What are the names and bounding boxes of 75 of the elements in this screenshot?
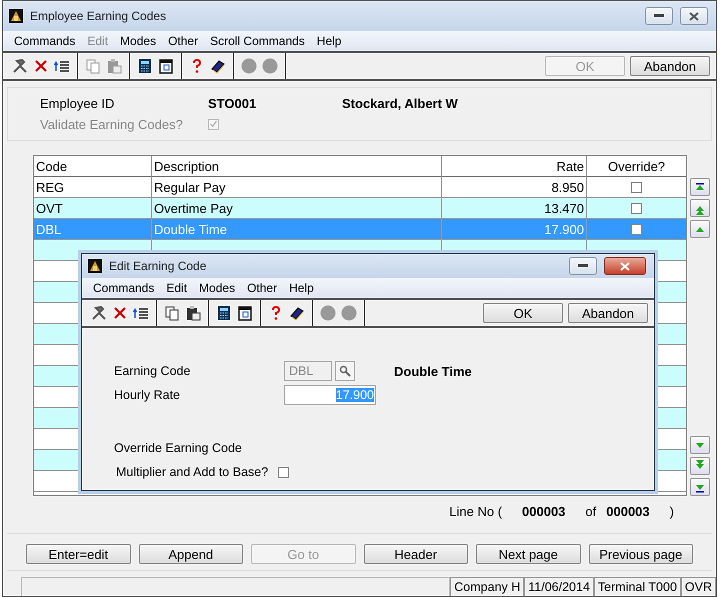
- close-button[interactable]: [680, 7, 708, 25]
- column-header[interactable]: Rate: [442, 156, 587, 177]
- menu-item[interactable]: Modes: [194, 281, 240, 295]
- toolbar-button[interactable]: Abandon: [568, 303, 648, 323]
- calendar-icon[interactable]: [237, 305, 253, 321]
- calculator-icon[interactable]: [216, 305, 232, 321]
- checkbox[interactable]: [631, 224, 642, 234]
- window-title: Employee Earning Codes: [30, 9, 168, 23]
- line-label: ): [668, 504, 675, 519]
- toolbar-button[interactable]: OK: [483, 303, 563, 323]
- app-icon: [88, 259, 102, 273]
- paste-icon[interactable]: [185, 305, 201, 321]
- line-number: 000003: [521, 504, 566, 519]
- close-icon: [620, 262, 630, 270]
- status-cell: 11/06/2014: [524, 577, 594, 596]
- status-cell: Company H: [450, 577, 524, 596]
- action-button[interactable]: Enter=edit: [26, 544, 130, 564]
- field-label: Earning Code: [114, 364, 192, 378]
- field-label: Employee ID: [40, 96, 116, 111]
- menu-item[interactable]: Modes: [115, 34, 162, 48]
- calculator-icon[interactable]: [137, 58, 153, 74]
- status-cell: OVR: [680, 577, 716, 596]
- table-row[interactable]: OVT Overtime Pay 13.470: [34, 198, 686, 219]
- menu-item[interactable]: Edit: [161, 281, 192, 295]
- checkbox[interactable]: [631, 182, 642, 192]
- action-button[interactable]: Next page: [476, 544, 580, 564]
- menu-item[interactable]: Help: [312, 34, 346, 48]
- checkbox[interactable]: [631, 202, 642, 214]
- menu-item[interactable]: Commands: [88, 281, 160, 295]
- employee-id: STO001: [208, 96, 258, 111]
- close-icon: [689, 12, 699, 20]
- section-label: Override Earning Code: [114, 441, 243, 455]
- field-label: Validate Earning Codes?: [40, 117, 184, 132]
- toolbar-button[interactable]: Abandon: [630, 56, 710, 76]
- close-button[interactable]: [604, 257, 646, 275]
- delete-icon[interactable]: [33, 58, 49, 74]
- delete-icon[interactable]: [112, 305, 128, 321]
- status-cell: Terminal T000: [594, 577, 681, 596]
- minimize-icon: [654, 14, 664, 18]
- action-button[interactable]: Header: [364, 544, 468, 564]
- menu-item[interactable]: Commands: [9, 34, 80, 48]
- line-label: of: [584, 504, 598, 519]
- action-button[interactable]: Previous page: [588, 544, 693, 564]
- minimize-button[interactable]: [645, 7, 673, 25]
- scroll-up-button[interactable]: [690, 220, 710, 238]
- column-header[interactable]: Override?: [587, 156, 686, 177]
- calendar-icon[interactable]: [158, 58, 174, 74]
- line-total: 000003: [605, 504, 651, 519]
- menu-item[interactable]: Scroll Commands: [205, 34, 310, 48]
- scroll-top-button[interactable]: [690, 178, 710, 196]
- tools-icon[interactable]: [12, 58, 28, 74]
- checkbox[interactable]: [278, 466, 290, 478]
- scroll-down-button[interactable]: [690, 436, 710, 454]
- earning-code-name: Double Time: [394, 364, 473, 378]
- scroll-bottom-button[interactable]: [690, 478, 710, 496]
- search-icon: [339, 365, 351, 377]
- field-label: Hourly Rate: [114, 388, 181, 402]
- column-header[interactable]: Description: [152, 156, 442, 177]
- copy-icon[interactable]: [164, 305, 180, 321]
- field-label: Multiplier and Add to Base?: [116, 465, 268, 479]
- tools-icon[interactable]: [91, 305, 107, 321]
- menu-item[interactable]: Other: [242, 281, 282, 295]
- book-icon[interactable]: [289, 305, 305, 321]
- menu-item[interactable]: Help: [284, 281, 319, 295]
- book-icon[interactable]: [210, 58, 226, 74]
- action-button[interactable]: Append: [138, 544, 243, 564]
- minimize-button[interactable]: [569, 257, 597, 275]
- employee-name: Stockard, Albert W: [342, 96, 459, 111]
- minimize-icon: [578, 264, 588, 268]
- menu-item[interactable]: Other: [163, 34, 204, 48]
- search-button[interactable]: [335, 361, 355, 381]
- dialog-title: Edit Earning Code: [109, 259, 208, 273]
- line-label: Line No (: [448, 504, 504, 519]
- app-icon: [9, 9, 23, 23]
- column-header[interactable]: Code: [34, 156, 152, 177]
